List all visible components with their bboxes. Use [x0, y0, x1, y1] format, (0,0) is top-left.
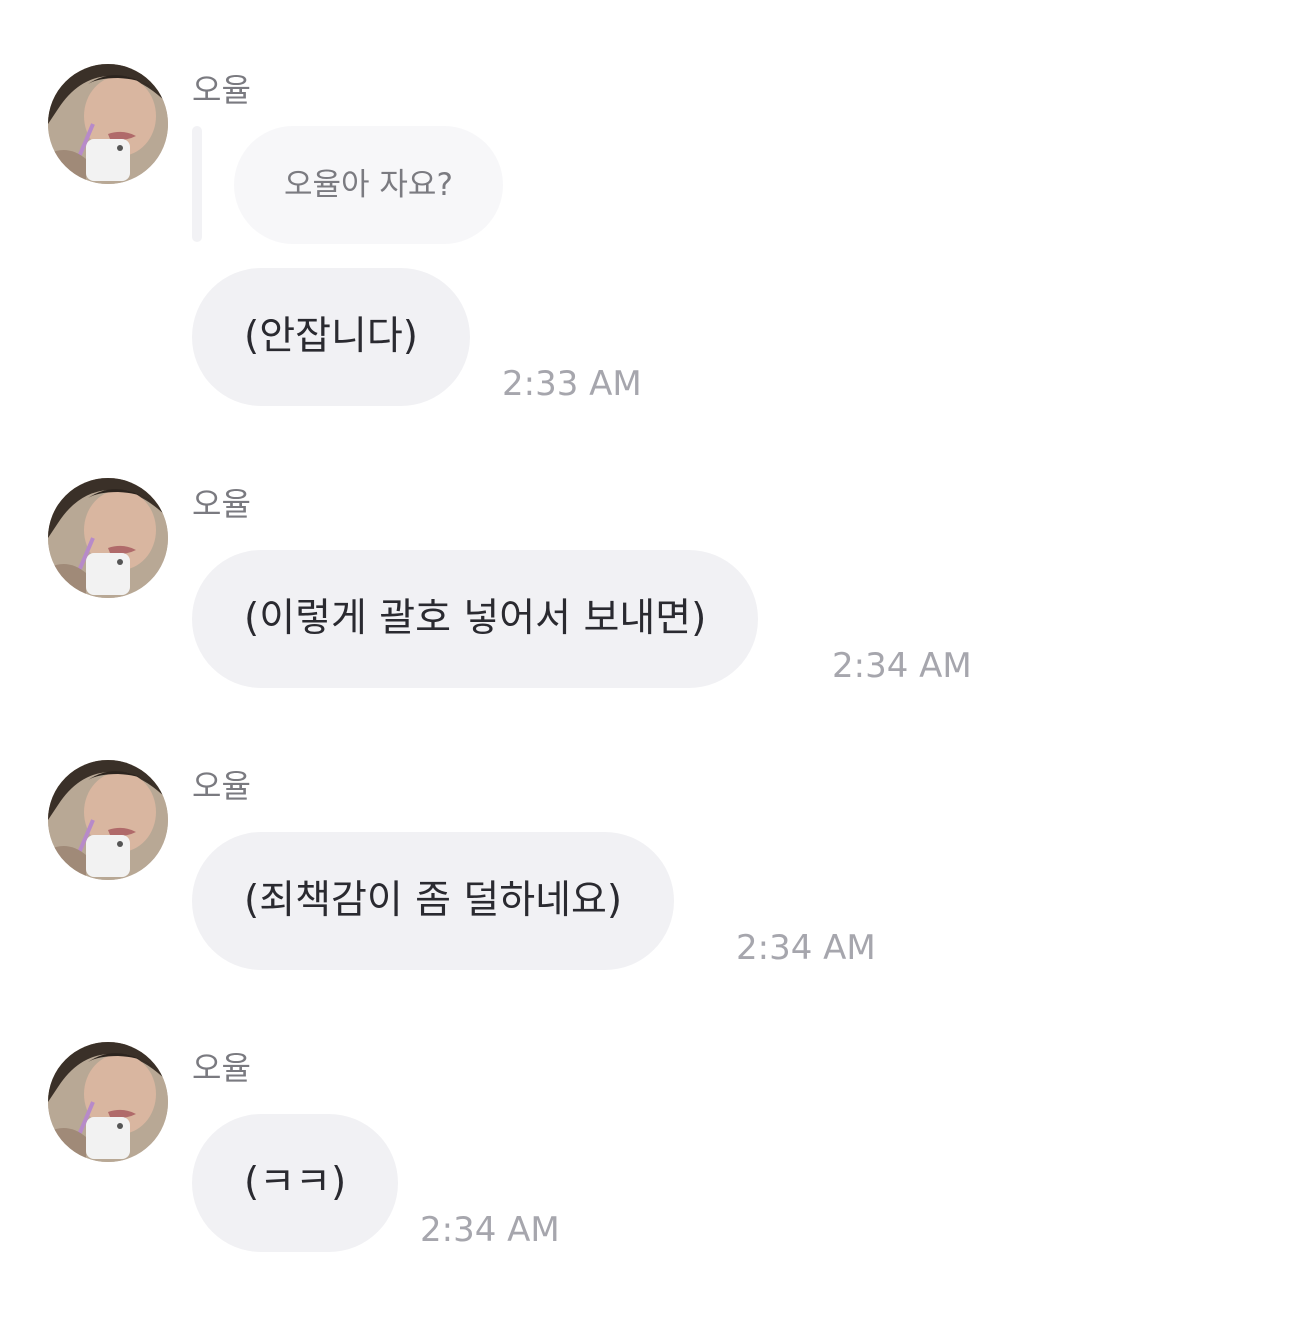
quote-bar — [192, 126, 202, 242]
message-timestamp: 2:34 AM — [736, 928, 876, 968]
avatar-photo-icon — [48, 478, 168, 598]
message-bubble[interactable]: (ㅋㅋ) — [192, 1114, 399, 1252]
quoted-message[interactable]: 오율아 자요? — [234, 126, 503, 244]
message-bubble[interactable]: (죄책감이 좀 덜하네요) — [192, 832, 675, 970]
message-bubble[interactable]: (이렇게 괄호 넣어서 보내면) — [192, 550, 759, 688]
sender-name: 오율 — [192, 485, 251, 523]
message-timestamp: 2:33 AM — [502, 364, 642, 404]
message-bubble[interactable]: (안잡니다) — [192, 268, 470, 406]
avatar-photo-icon — [48, 64, 168, 184]
sender-name: 오율 — [192, 1049, 251, 1087]
sender-name: 오율 — [192, 767, 251, 805]
avatar-photo-icon — [48, 1042, 168, 1162]
avatar-photo-icon — [48, 760, 168, 880]
avatar[interactable] — [48, 64, 168, 184]
message-timestamp: 2:34 AM — [420, 1210, 560, 1250]
avatar[interactable] — [48, 1042, 168, 1162]
avatar[interactable] — [48, 478, 168, 598]
sender-name: 오율 — [192, 71, 251, 109]
avatar[interactable] — [48, 760, 168, 880]
message-timestamp: 2:34 AM — [832, 646, 972, 686]
